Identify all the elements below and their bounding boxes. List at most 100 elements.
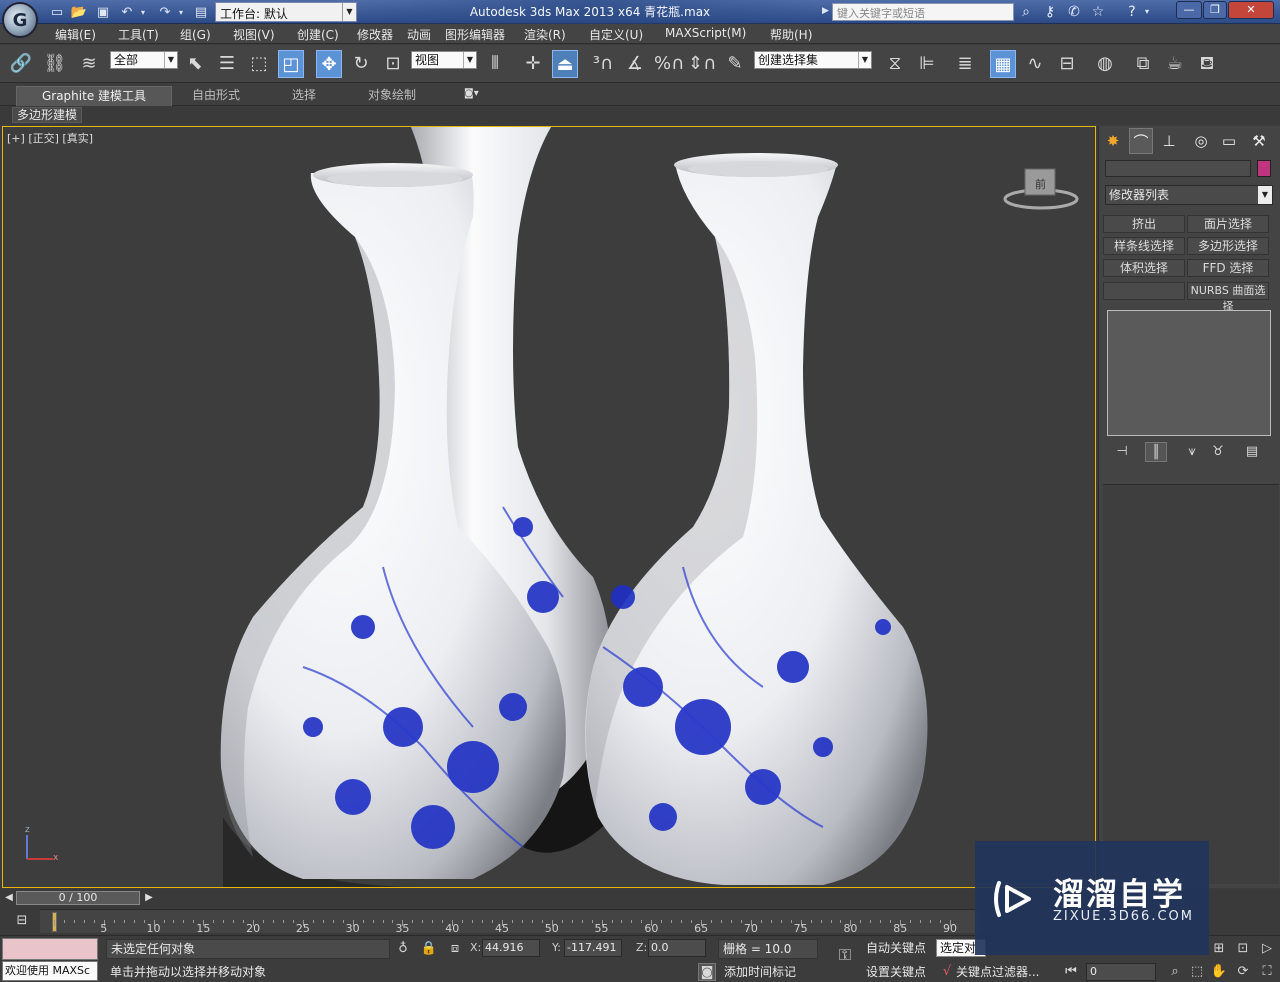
menu-group[interactable]: 组(G): [180, 26, 211, 43]
maxscript-listener-color[interactable]: [2, 938, 98, 960]
ribbon-options-icon[interactable]: ◙▾: [464, 88, 486, 102]
menu-graph-editors[interactable]: 图形编辑器: [445, 26, 505, 43]
redo-icon[interactable]: ↷: [156, 3, 174, 21]
configure-modifier-sets-icon[interactable]: ▤: [1241, 442, 1263, 462]
object-color-swatch[interactable]: [1257, 160, 1271, 177]
utilities-tab-icon[interactable]: ⚒: [1247, 128, 1271, 154]
named-selection-set-select[interactable]: 创建选择集 ▼: [754, 51, 872, 69]
subscription-icon[interactable]: ⚷: [1040, 3, 1060, 21]
menu-tools[interactable]: 工具(T): [118, 26, 159, 43]
menu-customize[interactable]: 自定义(U): [589, 26, 643, 43]
rendered-frame-window-icon[interactable]: ☕: [1162, 50, 1188, 78]
selection-filter-select[interactable]: 全部 ▼: [110, 51, 178, 69]
spline-select-button[interactable]: 样条线选择: [1103, 237, 1185, 255]
motion-tab-icon[interactable]: ◎: [1189, 128, 1213, 154]
set-key-button[interactable]: 设置关键点: [866, 963, 934, 981]
snaps-toggle-icon[interactable]: ³∩: [590, 50, 616, 78]
edit-named-selection-icon[interactable]: ✎: [722, 50, 748, 78]
time-prev-arrow-icon[interactable]: ◀: [2, 891, 16, 905]
maximize-viewport-icon[interactable]: ⛶: [1258, 963, 1276, 981]
volume-select-button[interactable]: 体积选择: [1103, 259, 1185, 277]
render-production-icon[interactable]: ⛾: [1194, 50, 1220, 78]
add-time-tag[interactable]: 添加时间标记: [720, 963, 820, 981]
modify-tab-icon[interactable]: ⌒: [1129, 128, 1153, 154]
key-filters-button[interactable]: 关键点过滤器...: [956, 963, 1056, 981]
search-input[interactable]: 键入关键字或短语: [832, 3, 1014, 21]
absolute-mode-icon[interactable]: ⧈: [446, 940, 464, 958]
render-setup-icon[interactable]: ⧉: [1130, 50, 1156, 78]
percent-snap-icon[interactable]: %∩: [654, 50, 684, 78]
menu-help[interactable]: 帮助(H): [770, 26, 812, 43]
show-end-result-icon[interactable]: ║: [1145, 442, 1167, 462]
help-icon[interactable]: ?: [1122, 3, 1142, 21]
layer-manager-icon[interactable]: ≣: [952, 50, 978, 78]
redo-dropdown-icon[interactable]: ▾: [176, 3, 186, 21]
select-and-link-icon[interactable]: 🔗: [8, 50, 34, 78]
project-folder-icon[interactable]: ▤: [192, 3, 210, 21]
x-coordinate-field[interactable]: 44.916: [482, 939, 540, 957]
zoom-region-icon[interactable]: ⬚: [1188, 963, 1206, 981]
save-icon[interactable]: ▣: [94, 3, 112, 21]
bind-to-space-warp-icon[interactable]: ≋: [76, 50, 102, 78]
material-editor-icon[interactable]: ◍: [1092, 50, 1118, 78]
minimize-button[interactable]: —: [1176, 1, 1202, 19]
current-frame-field[interactable]: 0: [1086, 963, 1156, 981]
create-tab-icon[interactable]: ✸: [1101, 128, 1125, 154]
pin-stack-icon[interactable]: ⊣: [1111, 442, 1133, 462]
select-and-scale-icon[interactable]: ⊡: [380, 50, 406, 78]
expand-arrow-icon[interactable]: ▶: [822, 6, 830, 18]
menu-animation[interactable]: 动画: [407, 26, 431, 43]
communication-center-icon[interactable]: ✆: [1064, 3, 1084, 21]
binoculars-icon[interactable]: ⌕: [1016, 3, 1036, 21]
time-slider[interactable]: 0 / 100: [16, 891, 140, 905]
pivot-center-icon[interactable]: ⫴: [482, 50, 508, 78]
menu-edit[interactable]: 编辑(E): [55, 26, 96, 43]
time-next-arrow-icon[interactable]: ▶: [142, 891, 156, 905]
menu-modifiers[interactable]: 修改器: [357, 26, 393, 43]
curve-editor-icon[interactable]: ∿: [1022, 50, 1048, 78]
remove-modifier-icon[interactable]: ♉: [1207, 442, 1229, 462]
schematic-view-icon[interactable]: ⊟: [1054, 50, 1080, 78]
new-file-icon[interactable]: ▭: [48, 3, 66, 21]
mirror-icon[interactable]: ⧖: [882, 50, 908, 78]
object-name-field[interactable]: [1105, 160, 1251, 177]
tab-object-paint[interactable]: 对象绘制: [358, 86, 426, 106]
viewport-label[interactable]: [+] [正交] [真实]: [7, 130, 93, 146]
maxscript-mini-listener[interactable]: 欢迎使用 MAXSc: [2, 961, 98, 981]
isolate-selection-icon[interactable]: ♁: [394, 940, 412, 958]
key-mode-toggle-icon[interactable]: ⏮: [1062, 963, 1080, 981]
select-and-move-icon[interactable]: ✥: [316, 50, 342, 78]
key-filter-curve-icon[interactable]: √: [938, 963, 956, 981]
undo-dropdown-icon[interactable]: ▾: [138, 3, 148, 21]
window-crossing-icon[interactable]: ◰: [278, 50, 304, 78]
menu-maxscript[interactable]: MAXScript(M): [665, 26, 746, 40]
open-file-icon[interactable]: 📂: [70, 3, 88, 21]
viewport-view-label[interactable]: [正交]: [28, 132, 59, 145]
menu-create[interactable]: 创建(C): [297, 26, 339, 43]
orbit-icon[interactable]: ⟳: [1234, 963, 1252, 981]
tab-selection[interactable]: 选择: [282, 86, 326, 106]
restore-button[interactable]: ❐: [1203, 1, 1227, 19]
spinner-snap-icon[interactable]: ⇕∩: [688, 50, 716, 78]
manipulate-icon[interactable]: ✛: [520, 50, 546, 78]
modifier-list-select[interactable]: 修改器列表 ▼: [1105, 185, 1273, 205]
mini-curve-editor-icon[interactable]: ⊟: [12, 913, 32, 931]
key-icon[interactable]: ⚿: [832, 946, 858, 964]
perspective-viewport[interactable]: [+] [正交] [真实] 前 z x: [2, 126, 1096, 888]
empty-modifier-button[interactable]: [1103, 282, 1185, 300]
reference-coordinate-select[interactable]: 视图 ▼: [411, 51, 477, 69]
tab-graphite-modeling[interactable]: Graphite 建模工具: [16, 86, 172, 106]
menu-views[interactable]: 视图(V): [233, 26, 275, 43]
hierarchy-tab-icon[interactable]: ⊥: [1157, 128, 1181, 154]
auto-key-button[interactable]: 自动关键点: [866, 939, 934, 957]
z-coordinate-field[interactable]: 0.0: [648, 939, 706, 957]
lock-selection-icon[interactable]: 🔒: [420, 940, 438, 958]
extrude-button[interactable]: 挤出: [1103, 215, 1185, 233]
zoom-extents-icon[interactable]: ⊞: [1210, 940, 1228, 958]
timeline-track[interactable]: 5 10 15 20 25 30 35 40 45 50 55 60 65 70 75 80 85 90: [40, 909, 980, 935]
modifier-stack[interactable]: [1107, 310, 1271, 436]
app-logo-icon[interactable]: G: [2, 2, 38, 38]
close-button[interactable]: ✕: [1228, 1, 1274, 19]
pan-view-icon[interactable]: ✋: [1210, 963, 1228, 981]
angle-snap-icon[interactable]: ∡: [622, 50, 648, 78]
